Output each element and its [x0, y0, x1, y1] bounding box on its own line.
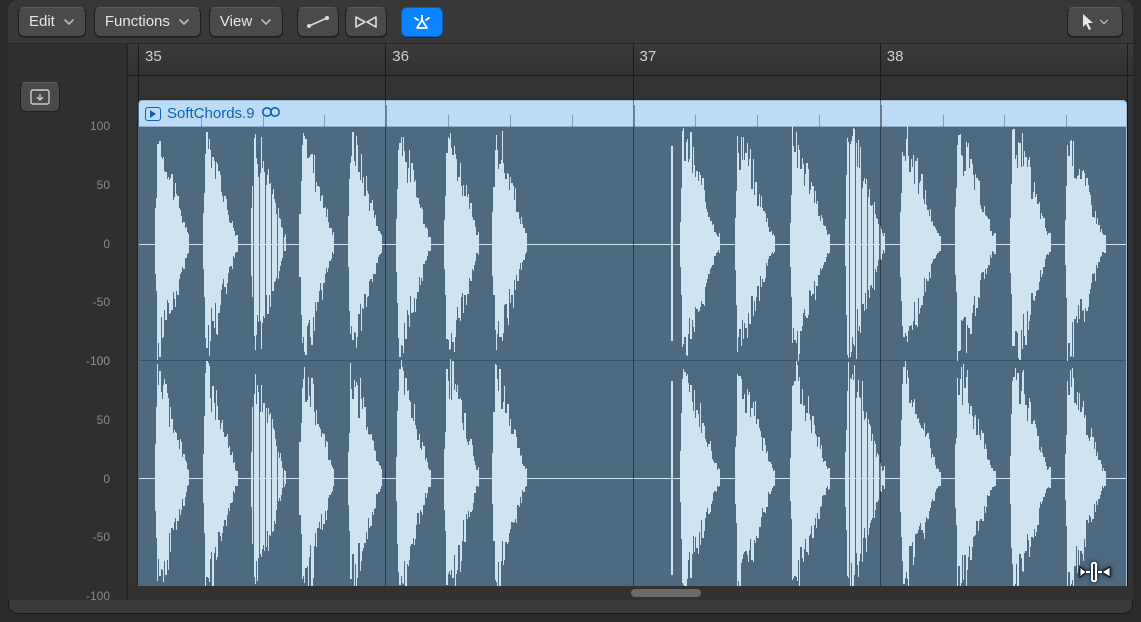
horizontal-scroll-thumb[interactable]	[631, 589, 701, 597]
grid-line	[633, 76, 634, 600]
editor-toolbar: Edit Functions View	[8, 0, 1133, 44]
amplitude-tick-label: 50	[97, 178, 110, 192]
region-name-label: SoftChords.9	[167, 105, 255, 122]
functions-menu[interactable]: Functions	[94, 7, 201, 37]
amplitude-scale-top: 100500-50-100	[8, 126, 128, 361]
bar-number-label: 38	[887, 48, 904, 65]
catch-button-group	[401, 7, 443, 37]
catalog-button[interactable]	[20, 82, 60, 112]
mode-button-group	[297, 7, 387, 37]
amplitude-scale-bottom: 100500-50-100	[8, 361, 128, 596]
amplitude-tick-label: 0	[103, 237, 110, 251]
bar-number-label: 36	[392, 48, 409, 65]
amplitude-tick-label: -50	[93, 295, 110, 309]
horizontal-scrollbar[interactable]	[128, 586, 1133, 600]
amplitude-tick-label: -100	[86, 589, 110, 603]
amplitude-tick-label: 0	[103, 472, 110, 486]
bar-line: 35	[138, 44, 139, 75]
edit-menu[interactable]: Edit	[18, 7, 86, 37]
audio-editor-panel: Edit Functions View	[8, 0, 1133, 614]
grid-line	[138, 76, 139, 600]
grid-line	[385, 76, 386, 600]
bar-line: 37	[633, 44, 634, 75]
catch-playhead-button[interactable]	[401, 7, 443, 37]
amplitude-tick-label: 50	[97, 413, 110, 427]
chevron-down-icon	[1099, 17, 1109, 27]
view-menu-label: View	[220, 13, 252, 30]
region-title-wrap: SoftChords.9	[145, 105, 281, 122]
amplitude-tick-label: 100	[90, 354, 110, 368]
bar-line: 38	[880, 44, 881, 75]
edit-menu-label: Edit	[29, 13, 55, 30]
amplitude-tick-label: 100	[90, 119, 110, 133]
editor-body: 100500-50-100 100500-50-100 3536373839 S…	[8, 44, 1133, 600]
bar-line: 39	[1127, 44, 1128, 75]
left-gutter: 100500-50-100 100500-50-100	[8, 44, 128, 600]
functions-menu-label: Functions	[105, 13, 170, 30]
grid-line	[1127, 76, 1128, 600]
app-frame: Edit Functions View	[0, 0, 1141, 622]
automation-curve-button[interactable]	[297, 7, 339, 37]
bar-line: 36	[385, 44, 386, 75]
stereo-loop-icon	[261, 105, 281, 122]
chevron-down-icon	[260, 16, 272, 28]
chevron-down-icon	[178, 16, 190, 28]
grid-line	[880, 76, 881, 600]
view-menu[interactable]: View	[209, 7, 283, 37]
region-end-resize-cursor-icon	[1078, 560, 1112, 589]
bar-number-label: 37	[640, 48, 657, 65]
track-lane[interactable]: SoftChords.9	[128, 76, 1133, 600]
region-play-icon[interactable]	[145, 107, 161, 121]
flex-button[interactable]	[345, 7, 387, 37]
pointer-tool-button[interactable]	[1067, 7, 1123, 37]
bar-number-label: 35	[145, 48, 162, 65]
bar-ruler[interactable]: 35 36 37 38 39	[128, 44, 1133, 76]
amplitude-tick-label: -50	[93, 530, 110, 544]
chevron-down-icon	[63, 16, 75, 28]
